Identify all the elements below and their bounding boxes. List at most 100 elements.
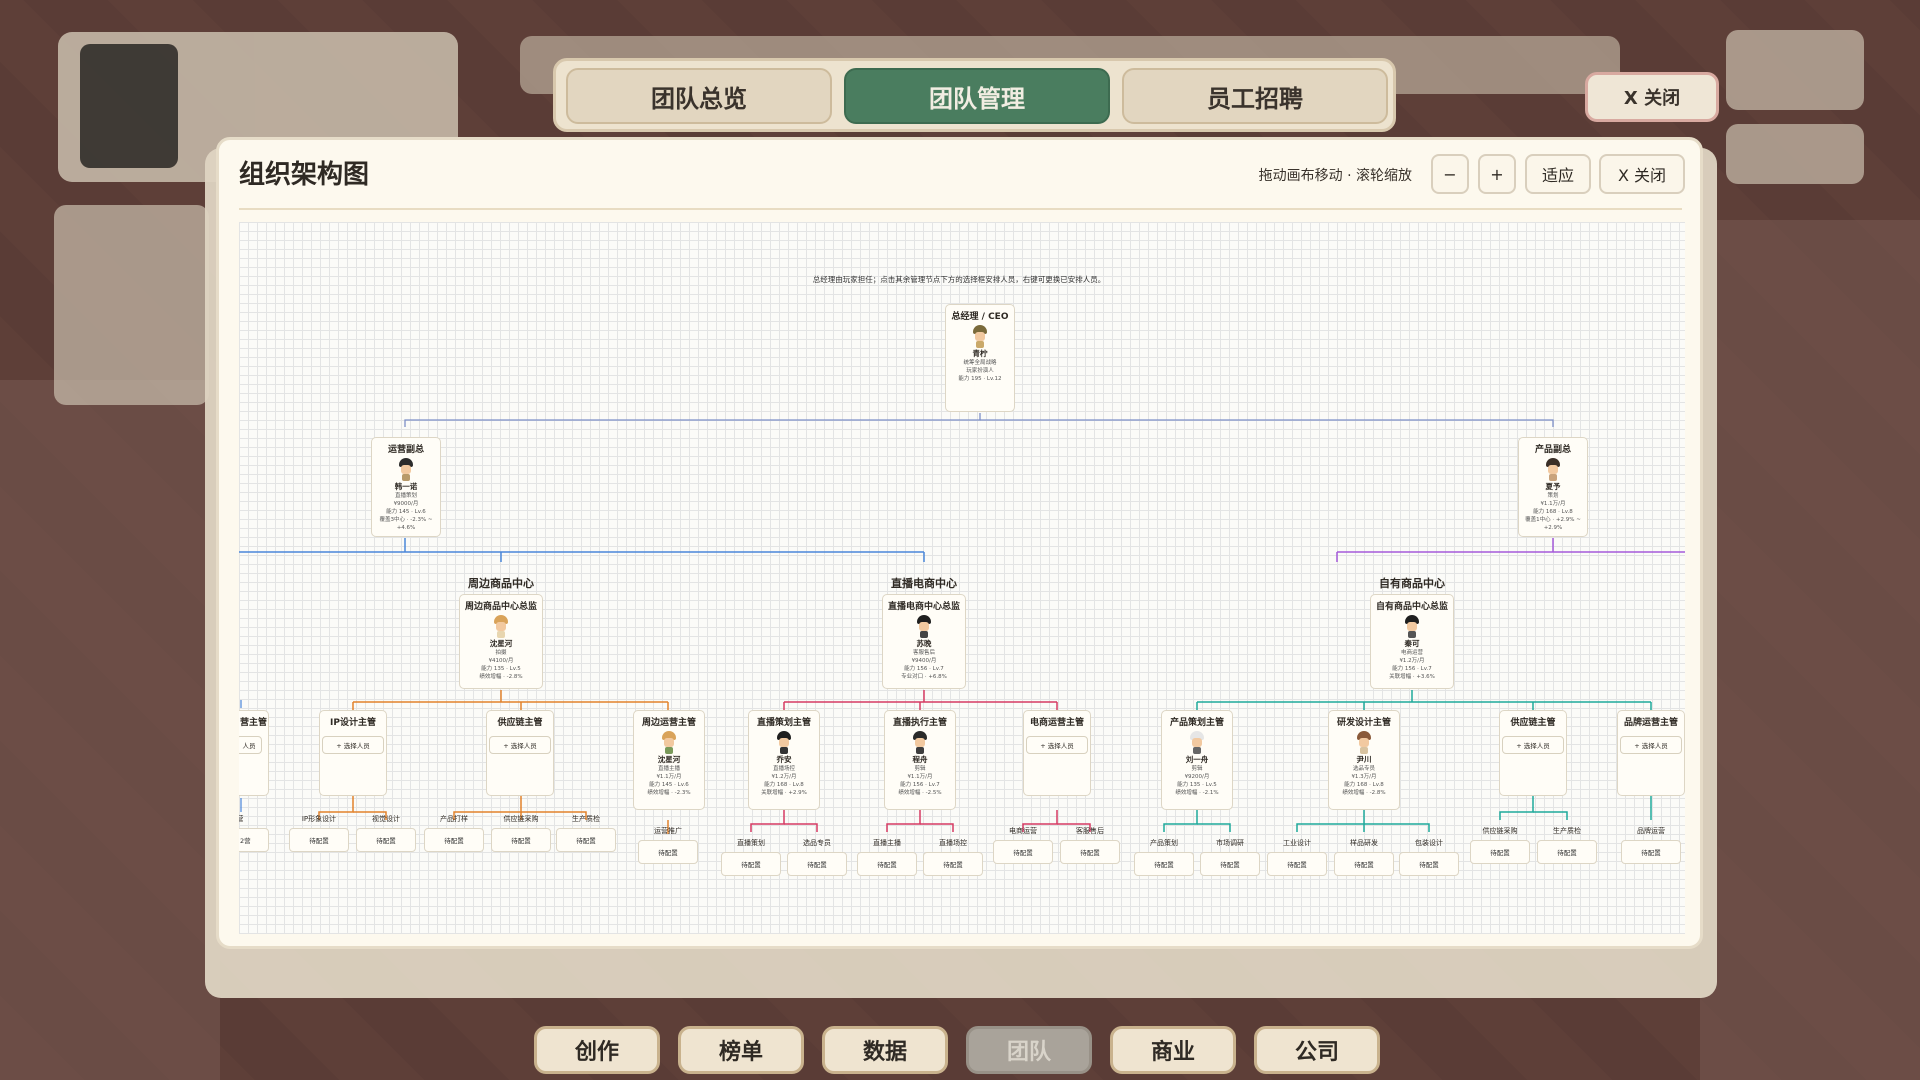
select-person-button[interactable]: + 选择人员: [322, 736, 384, 754]
leaf-slot[interactable]: 待配置: [356, 828, 416, 852]
select-person-button[interactable]: + 选择人员: [489, 736, 551, 754]
leaf-slot[interactable]: 待配置: [1334, 852, 1394, 876]
leaf-slot[interactable]: 待配置: [556, 828, 616, 852]
manager-line: 剪辑: [914, 766, 926, 772]
nav-company-button[interactable]: 公司: [1254, 1026, 1380, 1074]
manager-node[interactable]: 品牌运营主管 + 选择人员: [1617, 710, 1685, 796]
leaf-slot[interactable]: 待配置: [1267, 852, 1327, 876]
manager-node[interactable]: 直播策划主管 乔安 直播场控 ¥1.2万/月 能力 168 · Lv.8 关联增…: [748, 710, 820, 810]
leaf-slot[interactable]: 待配置: [1060, 840, 1120, 864]
ceo-node[interactable]: 总经理 / CEO 青柠 统筹全局战略 玩家扮演人 能力 195 · Lv.12: [945, 304, 1015, 412]
leaf-label: 运营推广: [654, 827, 682, 835]
manager-node[interactable]: 供应链主管 + 选择人员: [486, 710, 554, 796]
title-divider: [239, 208, 1682, 210]
manager-role: 供应链主管: [1510, 718, 1556, 728]
leaf-slot[interactable]: 待配置: [993, 840, 1053, 864]
vp-ops-node[interactable]: 运营副总 韩一诺 直播策划 ¥9000/月 能力 145 · Lv.6 覆盖3中…: [371, 437, 441, 537]
center-director-node[interactable]: 周边商品中心总监 沈星河 拍摄 ¥4100/月 能力 135 · Lv.5 绩效…: [459, 594, 543, 689]
nav-business-button[interactable]: 商业: [1110, 1026, 1236, 1074]
vp-product-line: ¥1.1万/月: [1540, 501, 1566, 507]
manager-role: IP设计主管: [330, 718, 376, 728]
select-person-button[interactable]: + 选择人员: [1026, 736, 1088, 754]
leaf-slot[interactable]: 待配置: [1200, 852, 1260, 876]
org-chart-canvas[interactable]: 总经理由玩家担任；点击其余管理节点下方的选择框安排人员，右键可更换已安排人员。 …: [239, 222, 1685, 934]
manager-node[interactable]: 供应链主管 + 选择人员: [1499, 710, 1567, 796]
canvas-hint: 拖动画布移动 · 滚轮缩放: [1258, 168, 1412, 184]
vp-product-node[interactable]: 产品副总 夏予 策划 ¥1.1万/月 能力 168 · Lv.8 覆盖1中心 ·…: [1518, 437, 1588, 537]
manager-node[interactable]: 周边运营主管 沈星河 直播主播 ¥1.1万/月 能力 145 · Lv.6 绩效…: [633, 710, 705, 810]
director-line: 拍摄: [495, 650, 507, 656]
leaf-label: 产品打样: [440, 815, 468, 823]
tab-staff-recruitment[interactable]: 员工招聘: [1122, 68, 1388, 124]
center-director-node[interactable]: 直播电商中心总监 苏晚 客服售后 ¥9400/月 能力 156 · Lv.7 专…: [882, 594, 966, 689]
leaf-slot[interactable]: 待配置: [1399, 852, 1459, 876]
leaf-label: 市场调研: [1216, 839, 1244, 847]
leaf-slot[interactable]: 待配置: [638, 840, 698, 864]
leaf-slot[interactable]: 待配置: [491, 828, 551, 852]
vp-ops-name: 韩一诺: [394, 482, 418, 491]
manager-line: 剪辑: [1191, 766, 1203, 772]
manager-line: 能力 145 · Lv.6: [649, 782, 689, 788]
manager-line: 绩效增幅 · -2.1%: [1175, 790, 1219, 796]
center-director-node[interactable]: 自有商品中心总监 秦可 电商运营 ¥1.2万/月 能力 156 · Lv.7 关…: [1370, 594, 1454, 689]
manager-node[interactable]: 产品策划主管 刘一舟 剪辑 ¥9200/月 能力 135 · Lv.5 绩效增幅…: [1161, 710, 1233, 810]
vp-product-role: 产品副总: [1534, 445, 1571, 455]
leaf-slot[interactable]: 待配置: [424, 828, 484, 852]
bottom-navigation: 创作 榜单 数据 团队 商业 公司: [534, 1026, 1384, 1080]
leaf-label: 直播场控: [939, 839, 967, 847]
manager-node[interactable]: 电商运营主管 + 选择人员: [1023, 710, 1091, 796]
nav-team-button[interactable]: 团队: [966, 1026, 1092, 1074]
leaf-slot[interactable]: 待配置: [787, 852, 847, 876]
settings-panel: [1726, 30, 1864, 110]
director-name: 秦可: [1404, 639, 1420, 648]
manager-line: 选品专员: [1352, 766, 1375, 772]
nav-ranking-button[interactable]: 榜单: [678, 1026, 804, 1074]
leaf-slot[interactable]: 待配置: [1621, 840, 1681, 864]
zoom-in-button[interactable]: +: [1478, 154, 1516, 194]
manager-avatar-icon: [774, 731, 794, 753]
leaf-slot[interactable]: 待配置: [721, 852, 781, 876]
ceo-line: 能力 195 · Lv.12: [958, 376, 1002, 382]
leaf-slot[interactable]: 待配置: [1470, 840, 1530, 864]
manager-node[interactable]: 研发设计主管 尹川 选品专员 ¥1.3万/月 能力 168 · Lv.8 绩效增…: [1328, 710, 1400, 810]
nav-create-button[interactable]: 创作: [534, 1026, 660, 1074]
chart-instruction-note: 总经理由玩家担任；点击其余管理节点下方的选择框安排人员，右键可更换已安排人员。: [812, 275, 1106, 284]
leaf-slot[interactable]: 待配置: [923, 852, 983, 876]
leaf-slot[interactable]: 待配置: [1134, 852, 1194, 876]
manager-line: 能力 168 · Lv.8: [764, 782, 804, 788]
leaf-slot[interactable]: 待配置: [1537, 840, 1597, 864]
manager-avatar-icon: [1187, 731, 1207, 753]
manager-node-partial[interactable]: 营主管 人员: [239, 710, 269, 796]
team-close-button[interactable]: X 关闭: [1585, 72, 1719, 122]
manager-avatar-icon: [910, 731, 930, 753]
tab-team-overview[interactable]: 团队总览: [566, 68, 832, 124]
manager-name: 程舟: [912, 755, 928, 764]
tab-team-management[interactable]: 团队管理: [844, 68, 1110, 124]
manager-line: 绩效增幅 · -2.3%: [647, 790, 691, 796]
manager-name: 尹川: [1356, 755, 1372, 764]
manager-node[interactable]: IP设计主管 + 选择人员: [319, 710, 387, 796]
modal-close-button[interactable]: X 关闭: [1599, 154, 1685, 194]
manager-role: 电商运营主管: [1029, 718, 1084, 728]
director-line: ¥1.2万/月: [1399, 658, 1425, 664]
select-person-button[interactable]: 人员: [239, 736, 262, 754]
modal-title: 组织架构图: [239, 160, 370, 190]
manager-role: 直播执行主管: [892, 718, 947, 728]
manager-node[interactable]: 直播执行主管 程舟 剪辑 ¥1.1万/月 能力 156 · Lv.7 绩效增幅 …: [884, 710, 956, 810]
vp-ops-avatar-icon: [396, 458, 416, 480]
leaf-label: IP形象设计: [301, 815, 337, 823]
vp-ops-line: 覆盖3中心 · -2.3% ~ +4.6%: [379, 517, 433, 531]
leaf-slot[interactable]: 2营: [239, 828, 269, 852]
select-person-button[interactable]: + 选择人员: [1620, 736, 1682, 754]
leaf-slot[interactable]: 待配置: [289, 828, 349, 852]
manager-line: ¥1.2万/月: [771, 774, 797, 780]
zoom-out-button[interactable]: −: [1431, 154, 1469, 194]
select-person-button[interactable]: + 选择人员: [1502, 736, 1564, 754]
nav-data-button[interactable]: 数据: [822, 1026, 948, 1074]
leaf-slot[interactable]: 待配置: [857, 852, 917, 876]
manager-role: 产品策划主管: [1169, 718, 1224, 728]
vp-product-line: 策划: [1547, 493, 1559, 499]
fit-button[interactable]: 适应: [1525, 154, 1591, 194]
leaf-label: 客服售后: [1076, 827, 1104, 835]
vp-ops-line: 能力 145 · Lv.6: [386, 509, 426, 515]
